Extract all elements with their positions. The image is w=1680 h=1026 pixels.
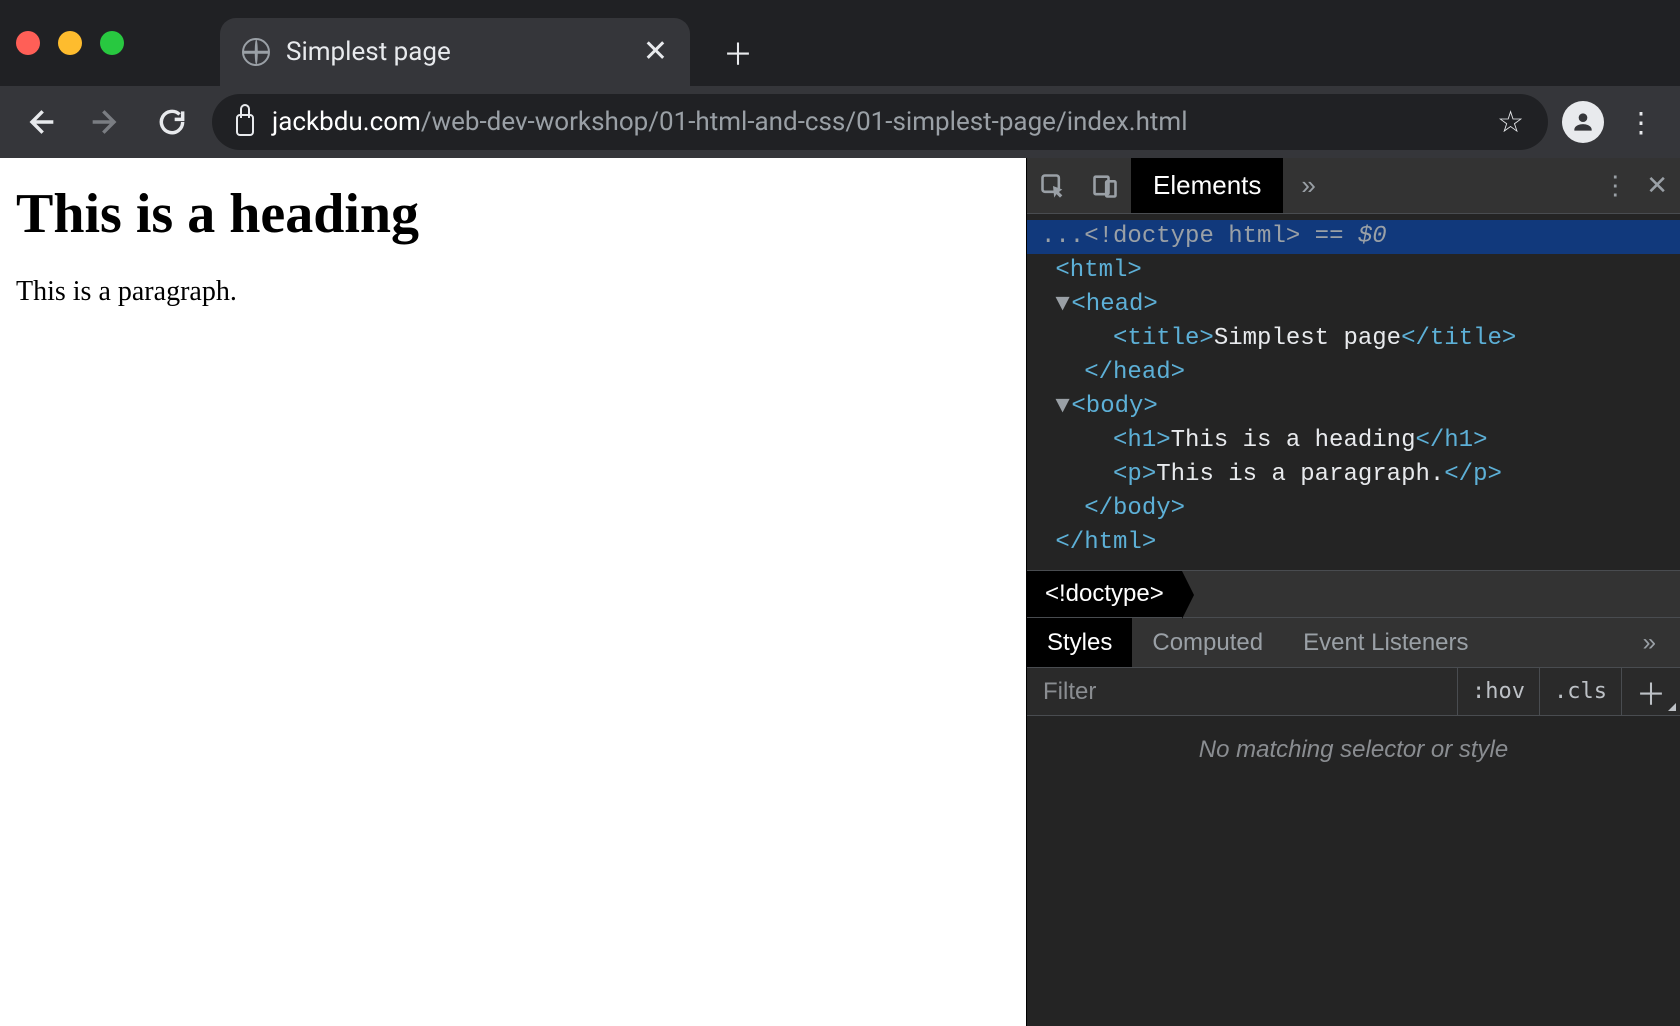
new-tab-button[interactable]: ＋ [714,28,762,76]
tab-styles[interactable]: Styles [1027,618,1132,667]
lock-icon [236,114,254,136]
tab-computed[interactable]: Computed [1132,618,1283,667]
browser-menu-button[interactable]: ⋮ [1614,96,1666,148]
styles-body: No matching selector or style [1027,716,1680,1026]
tab-elements[interactable]: Elements [1131,158,1283,213]
dom-node-doctype[interactable]: ...<!doctype html> == $0 [1027,220,1680,254]
window-controls [16,31,124,55]
window-minimize-button[interactable] [58,31,82,55]
devtools-top-right: ⋮ ✕ [1602,158,1680,213]
profile-button[interactable] [1562,101,1604,143]
devtools-settings-button[interactable]: ⋮ [1602,170,1628,201]
page-heading: This is a heading [16,182,1010,246]
cls-toggle[interactable]: .cls [1539,668,1621,715]
page-viewport: This is a heading This is a paragraph. [0,158,1026,1026]
arrow-left-icon [24,106,56,138]
dom-node-head-close[interactable]: </head> [1027,356,1680,390]
dom-node-body-open[interactable]: ▼<body> [1027,390,1680,424]
breadcrumb-doctype[interactable]: <!doctype> [1027,571,1182,617]
url-host: jackbdu.com [272,107,421,137]
devtools-tabs-overflow[interactable]: » [1283,158,1333,213]
arrow-right-icon [90,106,122,138]
reload-icon [156,106,188,138]
dom-breadcrumb: <!doctype> [1027,570,1680,618]
url-path: /web-dev-workshop/01-html-and-css/01-sim… [421,107,1188,137]
tab-close-icon[interactable]: ✕ [643,37,668,67]
window-maximize-button[interactable] [100,31,124,55]
dom-node-body-close[interactable]: </body> [1027,492,1680,526]
reload-button[interactable] [146,96,198,148]
dom-node-html-open[interactable]: <html> [1027,254,1680,288]
styles-empty-message: No matching selector or style [1199,736,1508,764]
tab-event-listeners[interactable]: Event Listeners [1283,618,1488,667]
devtools-panel: Elements » ⋮ ✕ ...<!doctype html> == $0 … [1026,158,1680,1026]
tab-title: Simplest page [286,37,627,67]
toolbar-right: ⋮ [1562,96,1666,148]
forward-button[interactable] [80,96,132,148]
globe-icon [242,38,270,66]
dom-node-head-open[interactable]: ▼<head> [1027,288,1680,322]
styles-tabs-overflow[interactable]: » [1627,618,1672,667]
bookmark-star-icon[interactable]: ☆ [1497,105,1524,140]
device-toolbar-button[interactable] [1079,158,1131,213]
dom-tree[interactable]: ...<!doctype html> == $0 <html> ▼<head> … [1027,214,1680,570]
devtools-tabstrip: Elements » ⋮ ✕ [1027,158,1680,214]
window-titlebar: Simplest page ✕ ＋ [0,0,1680,86]
dom-node-h1[interactable]: <h1>This is a heading</h1> [1027,424,1680,458]
browser-toolbar: jackbdu.com/web-dev-workshop/01-html-and… [0,86,1680,158]
kebab-menu-icon: ⋮ [1627,106,1653,139]
address-bar[interactable]: jackbdu.com/web-dev-workshop/01-html-and… [212,94,1548,150]
url-display: jackbdu.com/web-dev-workshop/01-html-and… [272,107,1188,137]
styles-filter-input[interactable] [1027,668,1457,715]
back-button[interactable] [14,96,66,148]
window-close-button[interactable] [16,31,40,55]
dom-node-title[interactable]: <title>Simplest page</title> [1027,322,1680,356]
dom-node-p[interactable]: <p>This is a paragraph.</p> [1027,458,1680,492]
styles-filter-row: :hov .cls ＋ [1027,668,1680,716]
new-style-rule-button[interactable]: ＋ [1621,668,1680,715]
browser-tab[interactable]: Simplest page ✕ [220,18,690,86]
hov-toggle[interactable]: :hov [1457,668,1539,715]
styles-tabstrip: Styles Computed Event Listeners » [1027,618,1680,668]
inspect-icon [1039,172,1067,200]
dom-node-html-close[interactable]: </html> [1027,526,1680,560]
content-area: This is a heading This is a paragraph. E… [0,158,1680,1026]
page-paragraph: This is a paragraph. [16,276,1010,308]
devtools-close-button[interactable]: ✕ [1646,170,1668,201]
inspect-element-button[interactable] [1027,158,1079,213]
person-icon [1570,109,1596,135]
devices-icon [1091,172,1119,200]
